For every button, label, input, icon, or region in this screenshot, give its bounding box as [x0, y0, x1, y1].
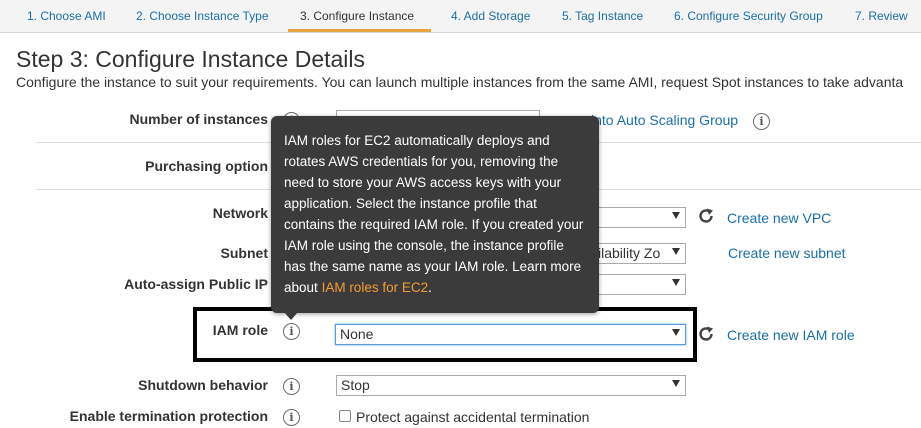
tab-configure-instance[interactable]: 3. Configure Instance [300, 9, 414, 23]
tab-configure-security-group[interactable]: 6. Configure Security Group [674, 9, 823, 23]
page-title: Step 3: Configure Instance Details [16, 46, 366, 72]
subnet-label: Subnet [220, 245, 268, 261]
refresh-icon[interactable] [697, 207, 715, 225]
create-new-iam-role-link[interactable]: Create new IAM role [727, 327, 855, 343]
chevron-down-icon [672, 380, 680, 387]
termination-protection-checkbox-label: Protect against accidental termination [356, 409, 590, 425]
iam-role-tooltip: IAM roles for EC2 automatically deploys … [271, 116, 599, 313]
auto-assign-public-ip-label: Auto-assign Public IP [124, 276, 268, 292]
chevron-down-icon [672, 248, 680, 255]
auto-scaling-info-icon[interactable]: i [753, 113, 770, 130]
shutdown-behavior-select[interactable]: Stop [336, 375, 686, 396]
chevron-down-icon [672, 279, 680, 286]
network-label: Network [212, 205, 268, 221]
iam-roles-for-ec2-link[interactable]: IAM roles for EC2 [322, 280, 429, 295]
shutdown-behavior-label: Shutdown behavior [138, 377, 268, 393]
active-tab-indicator [288, 29, 431, 32]
wizard-tabs: 1. Choose AMI 2. Choose Instance Type 3.… [0, 0, 921, 33]
subnet-select-value: ilability Zo [598, 245, 661, 261]
tab-review[interactable]: 7. Review [855, 9, 908, 23]
auto-assign-public-ip-select[interactable] [590, 274, 686, 295]
network-select[interactable] [590, 207, 686, 228]
termination-protection-checkbox[interactable] [339, 410, 351, 422]
refresh-icon[interactable] [697, 325, 715, 343]
termination-protection-label: Enable termination protection [69, 408, 268, 424]
iam-role-label: IAM role [212, 322, 268, 338]
tooltip-text: IAM roles for EC2 automatically deploys … [284, 133, 584, 295]
iam-role-select-value: None [340, 326, 374, 342]
tab-choose-instance-type[interactable]: 2. Choose Instance Type [136, 9, 269, 23]
subnet-select[interactable]: ilability Zo [590, 243, 686, 264]
tab-add-storage[interactable]: 4. Add Storage [451, 9, 530, 23]
iam-role-select[interactable]: None [335, 324, 686, 345]
purchasing-option-label: Purchasing option [145, 158, 268, 174]
shutdown-behavior-select-value: Stop [341, 377, 370, 393]
shutdown-behavior-info-icon[interactable]: i [283, 378, 300, 395]
chevron-down-icon [672, 212, 680, 219]
number-of-instances-label: Number of instances [129, 111, 268, 127]
tab-tag-instance[interactable]: 5. Tag Instance [562, 9, 643, 23]
chevron-down-icon [672, 329, 680, 336]
tab-choose-ami[interactable]: 1. Choose AMI [27, 9, 106, 23]
termination-protection-info-icon[interactable]: i [283, 409, 300, 426]
iam-role-info-icon[interactable]: i [283, 323, 300, 340]
create-new-vpc-link[interactable]: Create new VPC [727, 210, 831, 226]
create-new-subnet-link[interactable]: Create new subnet [728, 245, 846, 261]
auto-scaling-group-link[interactable]: into Auto Scaling Group [591, 112, 738, 128]
tooltip-text-suffix: . [428, 280, 432, 295]
page-description: Configure the instance to suit your requ… [16, 74, 904, 90]
tooltip-arrow [284, 312, 298, 320]
